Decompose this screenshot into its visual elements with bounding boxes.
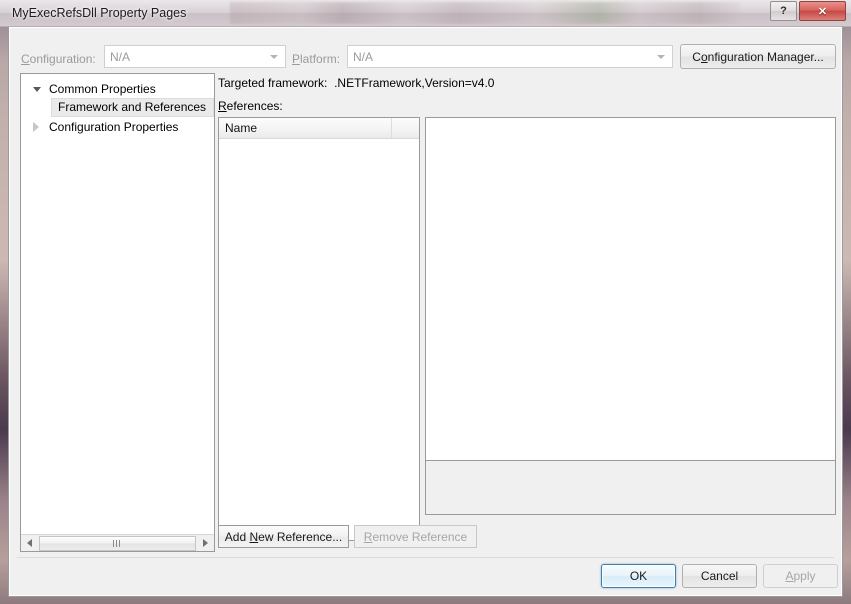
tree-item-label: Common Properties [49, 82, 156, 96]
column-header-name[interactable]: Name [219, 118, 393, 138]
references-list[interactable]: Name [218, 117, 420, 541]
references-label: References: [218, 99, 283, 113]
apply-button: Apply [763, 564, 838, 588]
targeted-framework-label: Targeted framework: .NETFramework,Versio… [218, 76, 495, 90]
reference-description-pane [425, 460, 836, 515]
close-icon[interactable]: ✕ [799, 1, 846, 21]
triangle-collapsed-icon[interactable] [33, 122, 39, 132]
configuration-manager-button[interactable]: Configuration Manager... [680, 44, 836, 69]
apply-label: Apply [785, 569, 816, 583]
scroll-right-icon[interactable] [197, 534, 214, 551]
remove-reference-label: Remove Reference [363, 529, 468, 544]
configuration-dropdown[interactable]: N/A [104, 45, 286, 68]
cancel-label: Cancel [700, 569, 739, 583]
tree-item-label: Configuration Properties [49, 120, 179, 134]
configuration-label: Configuration: [21, 52, 96, 66]
configuration-label-rest: onfiguration: [29, 52, 96, 66]
tree-item-configuration-properties[interactable]: Configuration Properties [21, 118, 214, 136]
dialog-body: Configuration: N/A Platform: N/A Configu… [8, 27, 843, 597]
column-header-extra[interactable] [392, 118, 419, 138]
platform-label: Platform: [292, 52, 341, 66]
scroll-left-icon[interactable] [21, 534, 38, 551]
caption-button-group: ? ✕ [768, 1, 846, 21]
footer-divider [17, 557, 834, 558]
property-pages-window: MyExecRefsDll Property Pages ? ✕ Configu… [0, 0, 851, 604]
tree-item-framework-and-references[interactable]: Framework and References [51, 98, 214, 117]
targeted-framework-value: .NETFramework,Version=v4.0 [334, 76, 495, 90]
tree-horizontal-scrollbar[interactable] [21, 534, 214, 551]
help-icon[interactable]: ? [770, 1, 797, 21]
title-bar[interactable]: MyExecRefsDll Property Pages ? ✕ [0, 0, 851, 27]
tree-item-label: Framework and References [58, 100, 207, 114]
configuration-manager-label: Configuration Manager... [692, 49, 824, 64]
add-new-reference-label: Add New Reference... [224, 529, 343, 544]
reference-detail-pane[interactable] [425, 117, 836, 486]
platform-label-rest: latform: [300, 52, 341, 66]
chevron-down-icon [270, 54, 278, 59]
references-label-rest: eferences: [226, 99, 283, 113]
scrollbar-thumb[interactable] [39, 535, 196, 551]
platform-value: N/A [353, 49, 374, 64]
window-title: MyExecRefsDll Property Pages [12, 6, 187, 20]
ok-button[interactable]: OK [601, 564, 676, 588]
cancel-button[interactable]: Cancel [682, 564, 757, 588]
platform-dropdown[interactable]: N/A [347, 45, 673, 68]
tree-item-common-properties[interactable]: Common Properties [21, 80, 214, 98]
configuration-value: N/A [110, 49, 131, 64]
remove-reference-button: Remove Reference [354, 525, 477, 548]
properties-tree[interactable]: Common Properties Framework and Referenc… [20, 73, 215, 552]
grip-icon [113, 539, 122, 547]
chevron-down-icon [657, 54, 665, 59]
dialog-inner-surface: Configuration: N/A Platform: N/A Configu… [9, 27, 842, 596]
ok-label: OK [629, 569, 648, 583]
triangle-expanded-icon[interactable] [33, 87, 41, 92]
references-list-header: Name [219, 118, 419, 139]
add-new-reference-button[interactable]: Add New Reference... [218, 525, 349, 548]
